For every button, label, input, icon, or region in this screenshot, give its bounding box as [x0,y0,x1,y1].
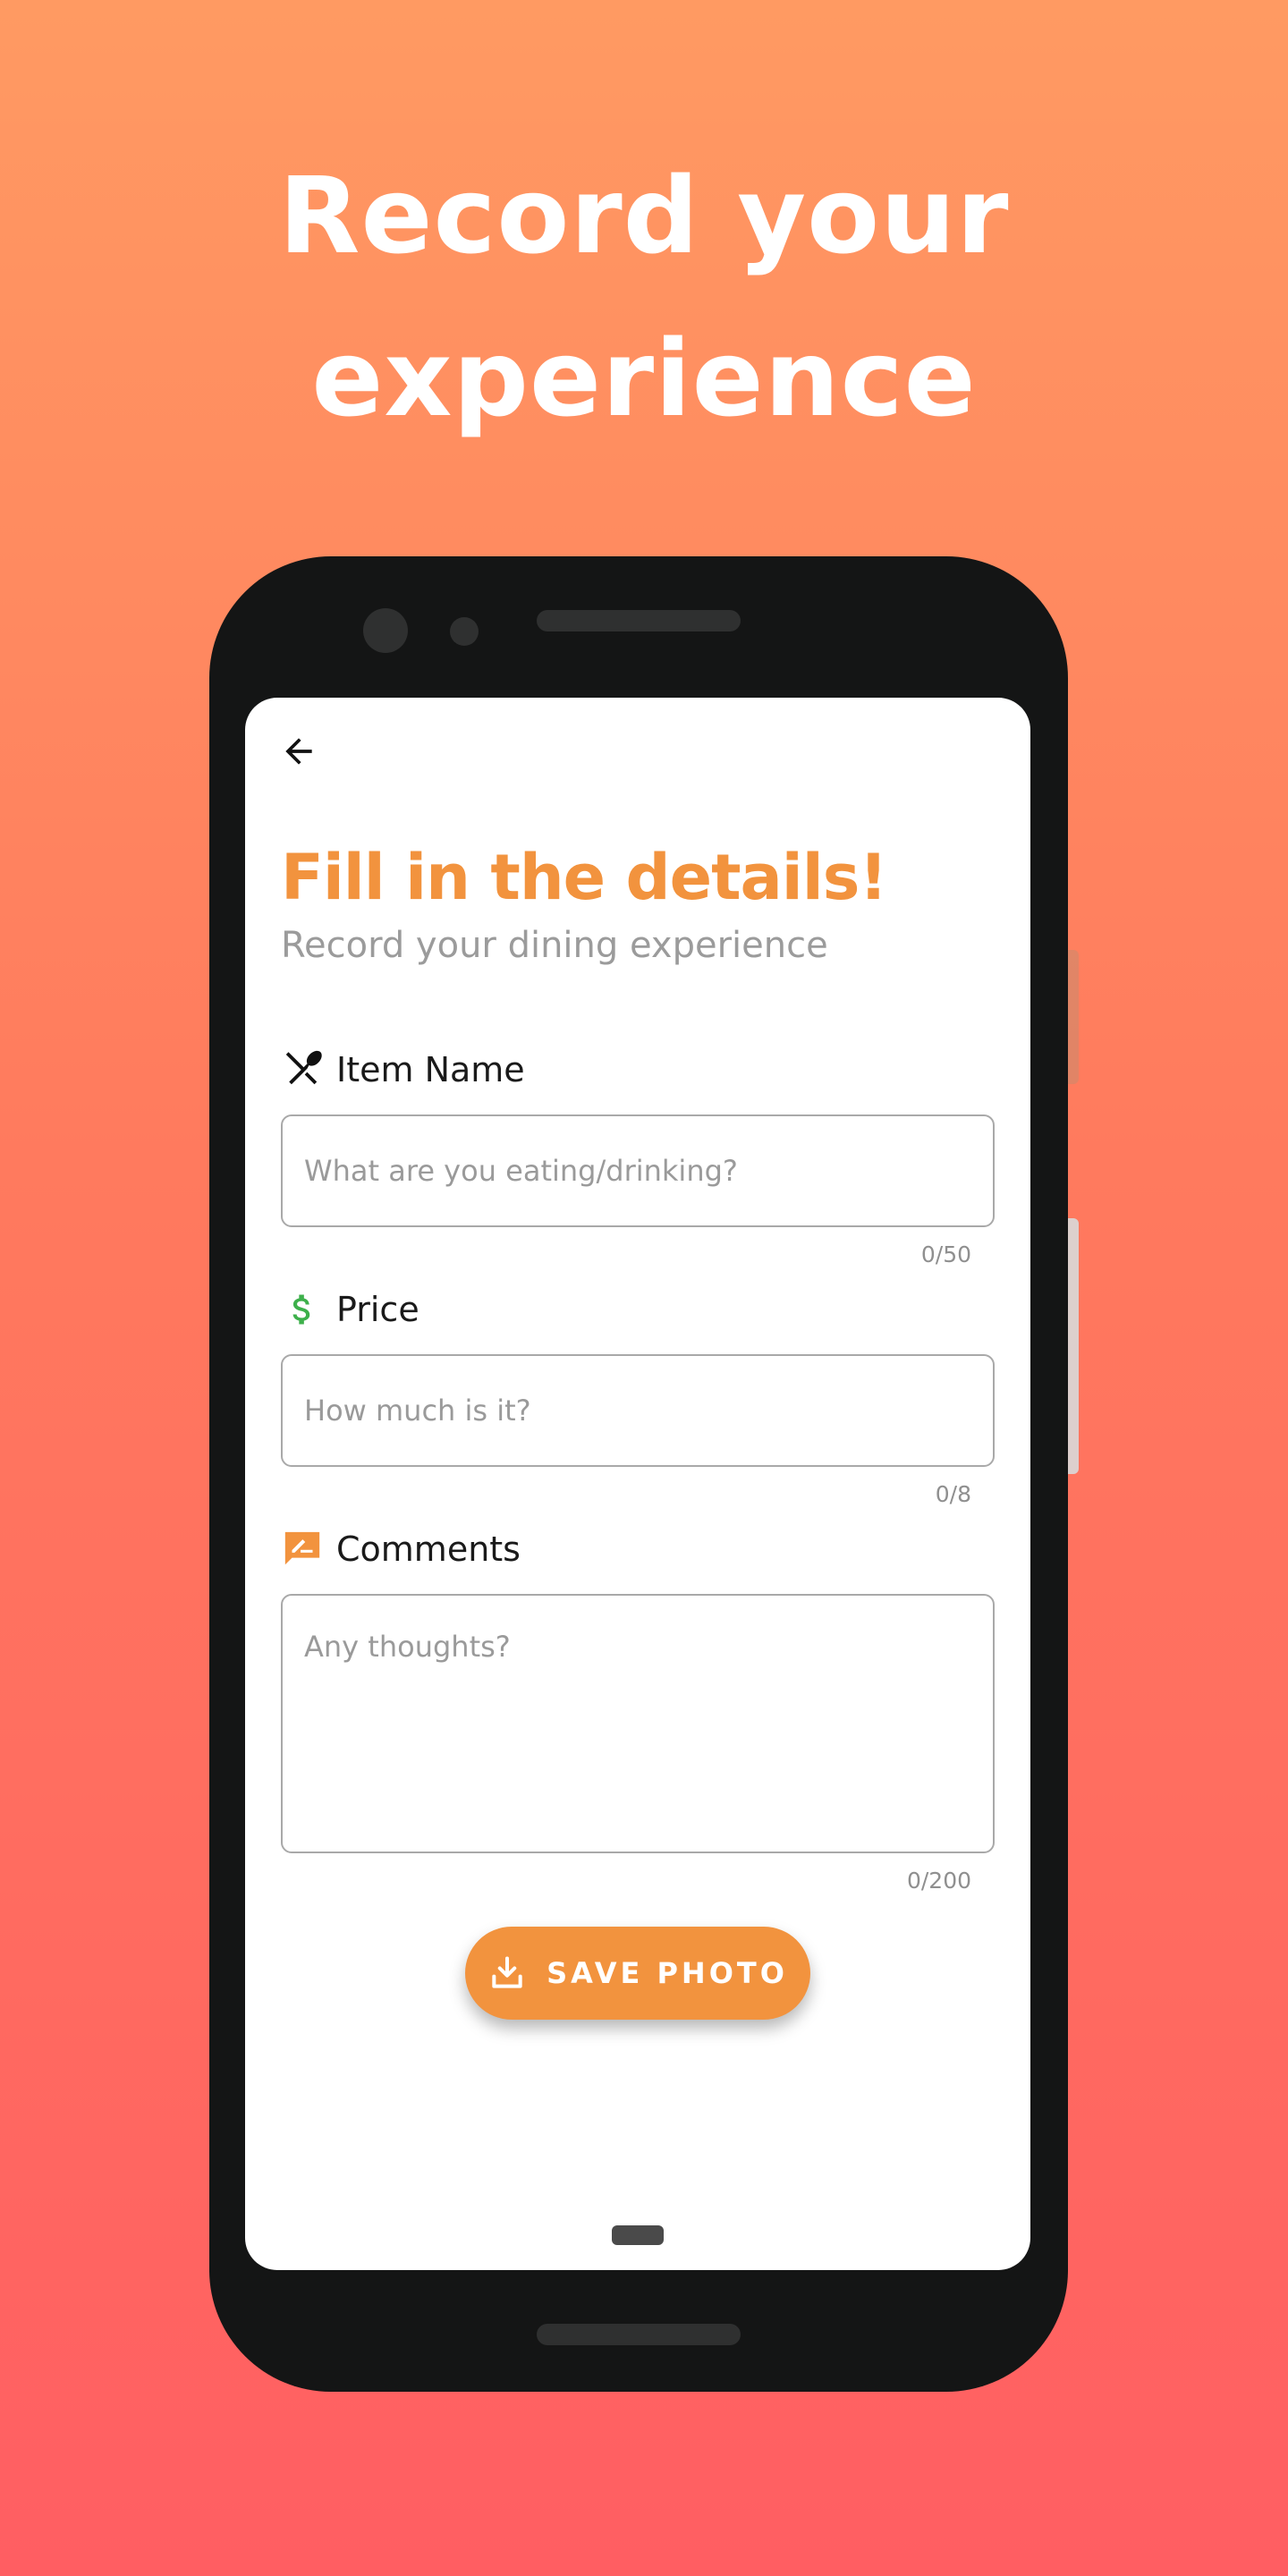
promo-headline: Record your experience [0,134,1288,460]
phone-front-camera [363,608,408,653]
price-label: Price [336,1290,419,1329]
promo-headline-line-1: Record your [278,154,1010,277]
price-label-row: Price [281,1284,419,1335]
back-button[interactable] [272,724,326,778]
save-photo-button[interactable]: SAVE PHOTO [465,1927,810,2020]
item-name-label: Item Name [336,1050,525,1089]
download-icon [487,1953,527,1993]
phone-side-button-lower [1068,1218,1079,1474]
item-name-label-row: Item Name [281,1045,525,1095]
phone-bottom-speaker [537,2324,741,2345]
comments-label: Comments [336,1530,521,1569]
comments-counter: 0/200 [906,1868,971,1894]
comments-label-row: Comments [281,1524,521,1574]
home-indicator[interactable] [612,2225,664,2245]
phone-top-speaker [537,610,741,631]
phone-sensor [450,617,479,646]
promo-headline-line-2: experience [311,317,977,440]
item-name-input[interactable] [283,1116,993,1225]
price-field-box [281,1354,995,1467]
save-photo-label: SAVE PHOTO [547,1956,788,1990]
page-subtitle: Record your dining experience [281,925,828,966]
price-counter: 0/8 [935,1481,971,1507]
comments-field-box [281,1594,995,1853]
item-name-counter: 0/50 [920,1241,971,1267]
dollar-icon [281,1288,324,1331]
comment-edit-icon [281,1528,324,1571]
item-name-field-box [281,1114,995,1227]
phone-side-button-upper [1068,950,1079,1084]
fork-spoon-icon [281,1048,324,1091]
app-screen: Fill in the details! Record your dining … [245,698,1030,2270]
page-title: Fill in the details! [281,841,887,914]
comments-input[interactable] [283,1596,993,1852]
arrow-left-icon [285,738,312,765]
price-input[interactable] [283,1356,993,1465]
